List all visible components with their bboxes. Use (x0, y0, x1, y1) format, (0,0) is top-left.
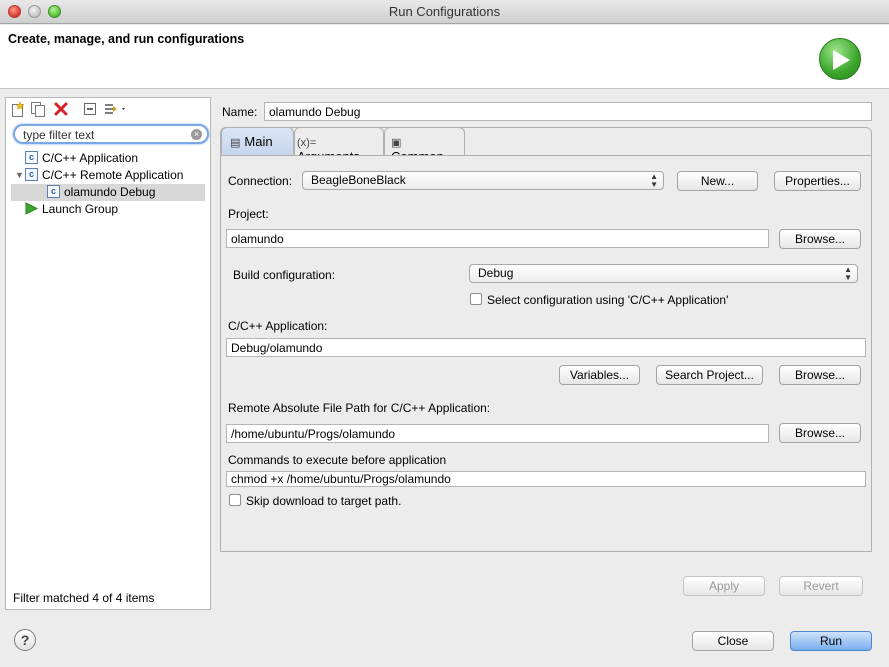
project-input[interactable] (226, 229, 769, 248)
window-title: Run Configurations (388, 4, 501, 19)
tab-common[interactable]: ▣Common (384, 127, 465, 164)
clear-filter-icon[interactable]: × (191, 129, 202, 140)
revert-button[interactable]: Revert (779, 576, 863, 596)
application-label: C/C++ Application: (228, 319, 328, 333)
c-config-icon: c (25, 151, 38, 165)
remote-path-label: Remote Absolute File Path for C/C++ Appl… (228, 401, 491, 415)
new-connection-button[interactable]: New... (677, 171, 758, 191)
expanded-twisty-icon[interactable]: ▼ (15, 167, 25, 184)
delete-configuration-icon[interactable] (53, 101, 69, 117)
name-input[interactable] (264, 102, 872, 121)
connection-label: Connection: (228, 174, 293, 188)
select-arrows-icon: ▲ ▼ (844, 265, 852, 282)
configuration-list-panel: × cC/C++ Application ▼cC/C++ Remote Appl… (5, 97, 211, 610)
help-icon[interactable]: ? (14, 629, 36, 651)
filter-status: Filter matched 4 of 4 items (13, 591, 155, 605)
duplicate-configuration-icon[interactable] (30, 101, 46, 117)
tab-main[interactable]: ▤ Main (221, 127, 294, 155)
browse-project-button[interactable]: Browse... (779, 229, 861, 249)
tree-item-label: C/C++ Remote Application (42, 168, 184, 182)
select-configuration-checkbox[interactable] (470, 293, 482, 305)
connection-select[interactable]: BeagleBoneBlack ▲ ▼ (302, 171, 664, 190)
application-input[interactable] (226, 338, 866, 357)
main-tab-icon: ▤ (230, 137, 241, 149)
variables-button[interactable]: Variables... (559, 365, 640, 385)
run-button[interactable]: Run (790, 631, 872, 651)
run-banner-icon (819, 38, 861, 80)
c-config-icon: c (47, 185, 60, 199)
tree-item-c-application[interactable]: c C/C++ Application (15, 150, 205, 167)
build-configuration-label: Build configuration: (233, 268, 336, 282)
common-tab-icon: ▣ (391, 137, 402, 149)
launch-group-icon (25, 202, 39, 216)
new-configuration-icon[interactable] (10, 101, 26, 117)
connection-properties-button[interactable]: Properties... (774, 171, 861, 191)
arguments-tab-icon: (x)= (297, 137, 317, 149)
commands-label: Commands to execute before application (228, 453, 447, 467)
apply-button[interactable]: Apply (683, 576, 765, 596)
tab-label: Main (244, 134, 273, 149)
tree-item-label: Launch Group (42, 202, 119, 216)
tab-arguments[interactable]: (x)=Arguments (294, 127, 384, 164)
header-banner: Create, manage, and run configurations (0, 25, 889, 89)
browse-remote-path-button[interactable]: Browse... (779, 423, 861, 443)
search-project-button[interactable]: Search Project... (656, 365, 763, 385)
commands-input[interactable] (226, 471, 866, 487)
project-label: Project: (228, 207, 269, 221)
tree-item-label: olamundo Debug (64, 185, 156, 199)
select-configuration-label: Select configuration using 'C/C++ Applic… (487, 293, 729, 307)
filter-input[interactable] (23, 127, 183, 142)
tree-item-c-remote-application[interactable]: ▼ c C/C++ Remote Application (15, 167, 205, 184)
banner-title: Create, manage, and run configurations (8, 32, 245, 46)
filter-menu-icon[interactable] (103, 101, 129, 117)
connection-value: BeagleBoneBlack (311, 173, 406, 187)
close-button[interactable]: Close (692, 631, 774, 651)
build-configuration-select[interactable]: Debug ▲ ▼ (469, 264, 858, 283)
browse-application-button[interactable]: Browse... (779, 365, 861, 385)
collapse-all-icon[interactable] (82, 101, 98, 117)
tree-item-olamundo-debug[interactable]: c olamundo Debug (11, 184, 205, 201)
tree-item-label: C/C++ Application (42, 151, 139, 165)
skip-download-label: Skip download to target path. (246, 494, 402, 508)
name-label: Name: (222, 105, 258, 119)
c-config-icon: c (25, 168, 38, 182)
select-arrows-icon: ▲ ▼ (650, 172, 658, 189)
tree-item-launch-group[interactable]: Launch Group (15, 201, 205, 218)
build-configuration-value: Debug (478, 266, 514, 280)
filter-box: × (13, 124, 209, 144)
skip-download-checkbox[interactable] (229, 494, 241, 506)
remote-path-input[interactable] (226, 424, 769, 443)
